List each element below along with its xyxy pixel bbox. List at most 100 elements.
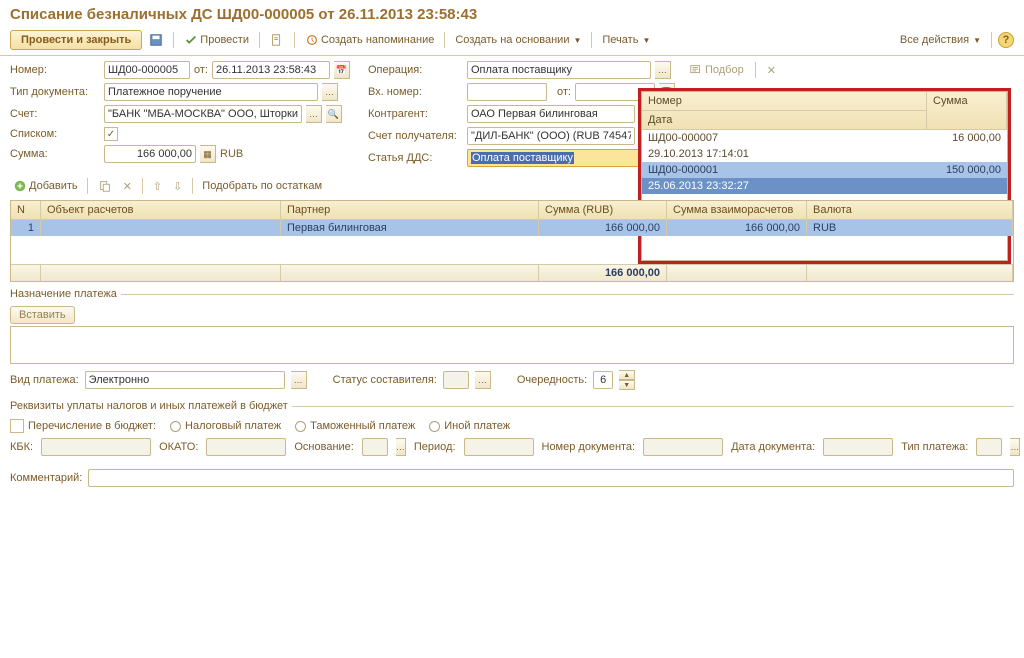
okato-input[interactable] — [206, 438, 286, 456]
to-budget-label: Перечисление в бюджет: — [28, 420, 156, 432]
currency-label: RUB — [220, 148, 243, 160]
doc-icon[interactable] — [266, 31, 288, 49]
list-label: Списком: — [10, 128, 100, 140]
number-label: Номер: — [10, 64, 100, 76]
popup-col-date[interactable]: Дата — [642, 111, 927, 130]
number-input[interactable] — [104, 61, 190, 79]
to-budget-checkbox[interactable] — [10, 419, 24, 433]
doctype-input[interactable] — [104, 83, 318, 101]
account-open-icon[interactable]: 🔍 — [326, 105, 342, 123]
comment-input[interactable] — [88, 469, 1014, 487]
dds-label: Статья ДДС: — [368, 152, 463, 164]
contractor-label: Контрагент: — [368, 108, 463, 120]
tax-radio[interactable] — [170, 421, 181, 432]
print-button[interactable]: Печать▼ — [598, 32, 654, 48]
all-actions-button[interactable]: Все действия▼ — [896, 32, 985, 48]
list-checkbox[interactable]: ✓ — [104, 127, 118, 141]
customs-label: Таможенный платеж — [310, 420, 415, 432]
account-input[interactable] — [104, 105, 302, 123]
docdate-input[interactable] — [823, 438, 893, 456]
popup-row-selected[interactable]: ШД00-000001 150 000,00 25.06.2013 23:32:… — [642, 162, 1007, 194]
paytype-input[interactable] — [976, 438, 1002, 456]
grid-col-obj[interactable]: Объект расчетов — [41, 201, 281, 219]
status-input[interactable] — [443, 371, 469, 389]
basis-select-icon[interactable]: … — [396, 438, 406, 456]
delete-icon[interactable]: ✕ — [119, 178, 136, 195]
sum-input[interactable] — [104, 145, 196, 163]
payment-type-label: Вид платежа: — [10, 374, 79, 386]
doctype-select-icon[interactable]: … — [322, 83, 338, 101]
okato-label: ОКАТО: — [159, 441, 198, 453]
date-picker-icon[interactable]: 📅 — [334, 61, 350, 79]
grid-col-mutual[interactable]: Сумма взаиморасчетов — [667, 201, 807, 219]
move-up-icon[interactable]: ⇧ — [149, 178, 166, 195]
grid-col-sum[interactable]: Сумма (RUB) — [539, 201, 667, 219]
budget-title: Реквизиты уплаты налогов и иных платежей… — [10, 400, 288, 412]
other-radio[interactable] — [429, 421, 440, 432]
copy-icon[interactable] — [94, 177, 116, 195]
kbk-input[interactable] — [41, 438, 151, 456]
add-button[interactable]: Добавить — [10, 177, 81, 195]
recipient-acc-input[interactable] — [467, 127, 635, 145]
operation-input[interactable] — [467, 61, 651, 79]
docdate-label: Дата документа: — [731, 441, 815, 453]
grid-col-partner[interactable]: Партнер — [281, 201, 539, 219]
tax-label: Налоговый платеж — [185, 420, 281, 432]
submit-button[interactable]: Провести — [180, 31, 253, 49]
main-toolbar: Провести и закрыть Провести Создать напо… — [0, 27, 1024, 56]
page-title: Списание безналичных ДС ШД00-000005 от 2… — [0, 0, 1024, 27]
help-icon[interactable]: ? — [998, 32, 1014, 48]
priority-down-icon[interactable]: ▼ — [619, 380, 635, 390]
account-select-icon[interactable]: … — [306, 105, 322, 123]
docnum-label: Номер документа: — [542, 441, 636, 453]
grid-col-n[interactable]: N — [11, 201, 41, 219]
account-label: Счет: — [10, 108, 100, 120]
ext-num-label: Вх. номер: — [368, 86, 463, 98]
operation-label: Операция: — [368, 64, 463, 76]
dds-input[interactable]: Оплата поставщику — [467, 149, 651, 167]
sum-label: Сумма: — [10, 148, 100, 160]
recipient-acc-label: Счет получателя: — [368, 130, 463, 142]
doctype-label: Тип документа: — [10, 86, 100, 98]
sum-calc-icon[interactable]: ▦ — [200, 145, 216, 163]
kbk-label: КБК: — [10, 441, 33, 453]
grid-footer: 166 000,00 — [11, 264, 1013, 281]
pick-rest-button[interactable]: Подобрать по остаткам — [199, 178, 325, 194]
ext-from-label: от: — [557, 86, 571, 98]
operation-select-icon[interactable]: … — [655, 61, 671, 79]
grid-col-curr[interactable]: Валюта — [807, 201, 1013, 219]
priority-input[interactable] — [593, 371, 613, 389]
priority-up-icon[interactable]: ▲ — [619, 370, 635, 380]
period-label: Период: — [414, 441, 456, 453]
delete-link-icon[interactable]: ✕ — [763, 62, 780, 79]
customs-radio[interactable] — [295, 421, 306, 432]
popup-row[interactable]: ШД00-000007 16 000,00 29.10.2013 17:14:0… — [642, 130, 1007, 162]
contractor-input[interactable] — [467, 105, 635, 123]
date-input[interactable] — [212, 61, 330, 79]
paytype2-select-icon[interactable]: … — [1010, 438, 1020, 456]
purpose-label: Назначение платежа — [10, 288, 117, 300]
from-label: от: — [194, 64, 208, 76]
payment-type-input[interactable] — [85, 371, 285, 389]
paytype-select-icon[interactable]: … — [291, 371, 307, 389]
popup-col-sum[interactable]: Сумма — [927, 92, 1007, 130]
insert-button[interactable]: Вставить — [10, 306, 75, 324]
save-icon[interactable] — [145, 31, 167, 49]
period-input[interactable] — [464, 438, 534, 456]
basis-input[interactable] — [362, 438, 388, 456]
ext-num-input[interactable] — [467, 83, 547, 101]
status-select-icon[interactable]: … — [475, 371, 491, 389]
submit-close-button[interactable]: Провести и закрыть — [10, 30, 142, 50]
create-based-button[interactable]: Создать на основании▼ — [451, 32, 585, 48]
comment-label: Комментарий: — [10, 472, 82, 484]
purpose-textarea[interactable] — [10, 326, 1014, 364]
docnum-input[interactable] — [643, 438, 723, 456]
popup-col-num[interactable]: Номер — [642, 92, 927, 111]
priority-label: Очередность: — [517, 374, 587, 386]
items-grid: N Объект расчетов Партнер Сумма (RUB) Су… — [10, 200, 1014, 282]
grid-row[interactable]: 1 Первая билинговая 166 000,00 166 000,0… — [11, 220, 1013, 236]
create-reminder-button[interactable]: Создать напоминание — [301, 31, 438, 49]
basis-label: Основание: — [294, 441, 353, 453]
pick-button[interactable]: Подбор — [685, 61, 748, 79]
move-down-icon[interactable]: ⇩ — [169, 178, 186, 195]
